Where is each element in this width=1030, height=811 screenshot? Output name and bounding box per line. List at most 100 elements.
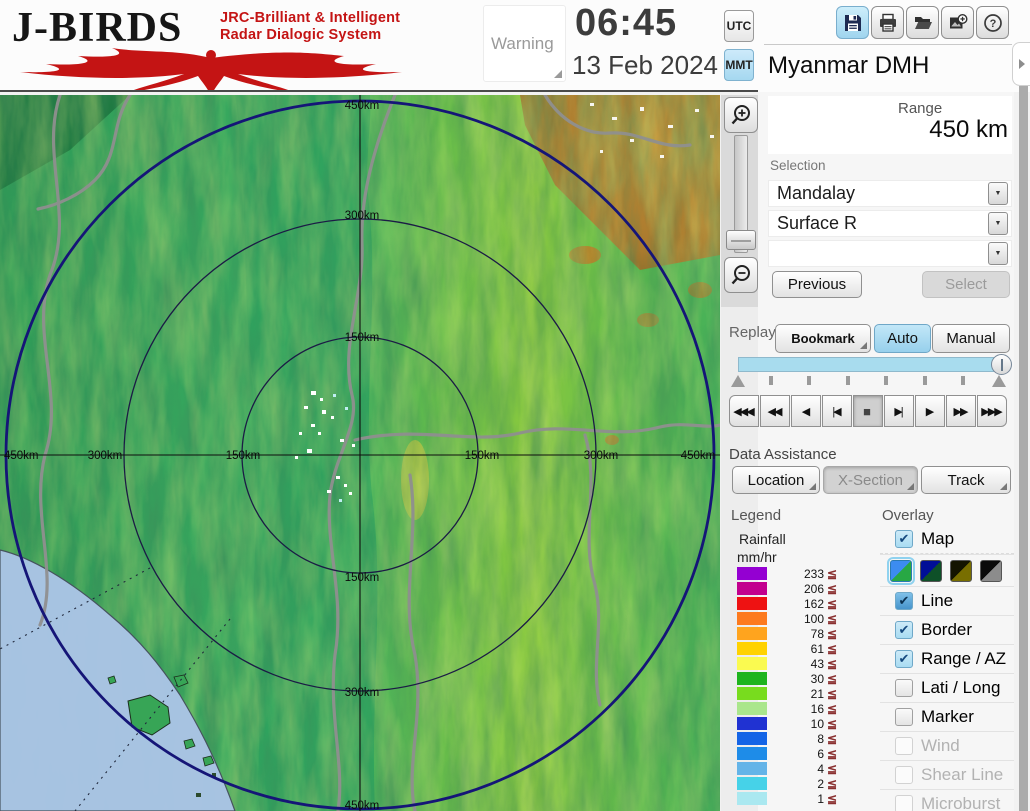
replay-range-end-marker[interactable] [992, 375, 1006, 387]
range-ring-label: 300km [345, 687, 380, 699]
legend-value: 206 [767, 582, 824, 596]
map-style-swatch-1[interactable] [890, 560, 912, 582]
step-backward-button[interactable]: |◀ [822, 395, 852, 427]
overlay-item-wind[interactable]: Wind [880, 731, 1014, 760]
range-ring-label: 300km [584, 450, 619, 462]
radar-map[interactable]: 450km 300km 150km 150km 300km 450km 450k… [0, 95, 720, 811]
range-ring-label: 450km [345, 100, 380, 112]
site-dropdown-arrow[interactable]: ▼ [988, 182, 1008, 205]
range-value: 450 km [880, 116, 1008, 144]
legend-operator: ≦ [827, 627, 837, 641]
manual-button[interactable]: Manual [932, 324, 1010, 353]
range-ring-label: 450km [681, 450, 716, 462]
auto-button[interactable]: Auto [874, 324, 931, 353]
legend-color-swatch [737, 732, 767, 745]
overlay-item-line[interactable]: ✔ Line [880, 586, 1014, 615]
overlay-item-shear-line[interactable]: Shear Line [880, 760, 1014, 789]
overlay-checkbox[interactable]: ✔ [895, 650, 913, 668]
overlay-item-marker[interactable]: Marker [880, 702, 1014, 731]
overlay-item-microburst[interactable]: Microburst [880, 789, 1014, 811]
zoom-slider-thumb[interactable] [726, 230, 756, 250]
x-section-button[interactable]: X-Section [823, 466, 918, 494]
legend-operator: ≦ [827, 702, 837, 716]
panel-collapse-handle[interactable] [1012, 42, 1030, 86]
step-forward-button[interactable]: ▶| [884, 395, 914, 427]
logo-subtitle-line1: JRC-Brilliant & Intelligent [220, 10, 400, 27]
zoom-out-button[interactable] [724, 257, 758, 293]
replay-range-start-marker[interactable] [731, 375, 745, 387]
open-folder-button[interactable] [906, 6, 939, 39]
warning-button[interactable]: Warning [483, 5, 566, 82]
replay-slider-thumb[interactable] [991, 354, 1012, 375]
legend-color-swatch [737, 702, 767, 715]
panel-edge-scrollbar[interactable] [1019, 86, 1028, 811]
legend-row: 30≦ [737, 671, 847, 686]
legend-value: 4 [767, 762, 824, 776]
replay-label: Replay [729, 324, 776, 341]
slider-tick [807, 376, 811, 385]
legend-value: 6 [767, 747, 824, 761]
save-button[interactable] [836, 6, 869, 39]
previous-button[interactable]: Previous [772, 271, 862, 298]
legend-color-swatch [737, 687, 767, 700]
legend-value: 21 [767, 687, 824, 701]
fast-backward-button[interactable]: ◀◀ [760, 395, 790, 427]
option-dropdown[interactable] [768, 240, 1012, 267]
overlay-checkbox[interactable]: ✔ [895, 592, 913, 610]
overlay-item-border[interactable]: ✔Border [880, 615, 1014, 644]
legend-row: 1≦ [737, 791, 847, 806]
zoom-in-button[interactable] [724, 97, 758, 133]
bookmark-button[interactable]: Bookmark [775, 324, 871, 353]
eagle-logo-icon [16, 46, 406, 90]
add-image-button[interactable] [941, 6, 974, 39]
legend-operator: ≦ [827, 777, 837, 791]
legend-value: 100 [767, 612, 824, 626]
legend-color-swatch [737, 642, 767, 655]
legend-row: 100≦ [737, 611, 847, 626]
overlay-item-map[interactable]: ✔Map [880, 525, 1014, 554]
play-forward-button[interactable]: ▶ [915, 395, 945, 427]
overlay-item-label: Marker [921, 707, 974, 727]
skip-backward-button[interactable]: ◀◀◀ [729, 395, 759, 427]
header-divider [0, 90, 758, 92]
option-dropdown-arrow[interactable]: ▼ [988, 242, 1008, 265]
map-style-swatch-4[interactable] [980, 560, 1002, 582]
overlay-item-label: Line [921, 591, 953, 611]
product-dropdown-arrow[interactable]: ▼ [988, 212, 1008, 235]
range-ring-label: 300km [345, 210, 380, 222]
overlay-checkbox[interactable] [895, 708, 913, 726]
help-button[interactable]: ? [976, 6, 1009, 39]
legend-unit-line2: mm/hr [737, 549, 777, 565]
overlay-checkbox[interactable]: ✔ [895, 530, 913, 548]
legend-value: 2 [767, 777, 824, 791]
mmt-button[interactable]: MMT [724, 49, 754, 81]
select-button[interactable]: Select [922, 271, 1010, 298]
site-dropdown-value: Mandalay [777, 183, 855, 204]
replay-slider-track[interactable] [738, 357, 1006, 372]
play-backward-button[interactable]: ◀ [791, 395, 821, 427]
product-dropdown[interactable]: Surface R [768, 210, 1012, 237]
overlay-checkbox[interactable] [895, 679, 913, 697]
utc-button[interactable]: UTC [724, 10, 754, 42]
overlay-item-range-az[interactable]: ✔Range / AZ [880, 644, 1014, 673]
slider-tick [884, 376, 888, 385]
print-button[interactable] [871, 6, 904, 39]
track-button[interactable]: Track [921, 466, 1011, 494]
legend-color-swatch [737, 582, 767, 595]
map-style-swatch-3[interactable] [950, 560, 972, 582]
overlay-checkbox[interactable]: ✔ [895, 621, 913, 639]
skip-forward-button[interactable]: ▶▶▶ [977, 395, 1007, 427]
fast-forward-button[interactable]: ▶▶ [946, 395, 976, 427]
map-style-swatch-2[interactable] [920, 560, 942, 582]
legend-row: 61≦ [737, 641, 847, 656]
stop-button[interactable]: ■ [853, 395, 883, 427]
legend-color-swatch [737, 717, 767, 730]
site-dropdown[interactable]: Mandalay [768, 180, 1012, 207]
location-button[interactable]: Location [732, 466, 820, 494]
replay-slider-ticks [769, 376, 965, 385]
legend-value: 1 [767, 792, 824, 806]
legend-operator: ≦ [827, 612, 837, 626]
overlay-item-lati-long[interactable]: Lati / Long [880, 673, 1014, 702]
logo-subtitle-line2: Radar Dialogic System [220, 27, 400, 44]
range-ring-label: 450km [4, 450, 39, 462]
